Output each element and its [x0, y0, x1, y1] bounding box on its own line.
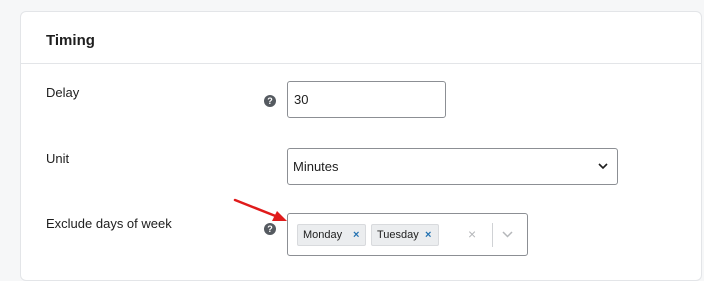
annotation-arrow-icon: [233, 198, 287, 221]
